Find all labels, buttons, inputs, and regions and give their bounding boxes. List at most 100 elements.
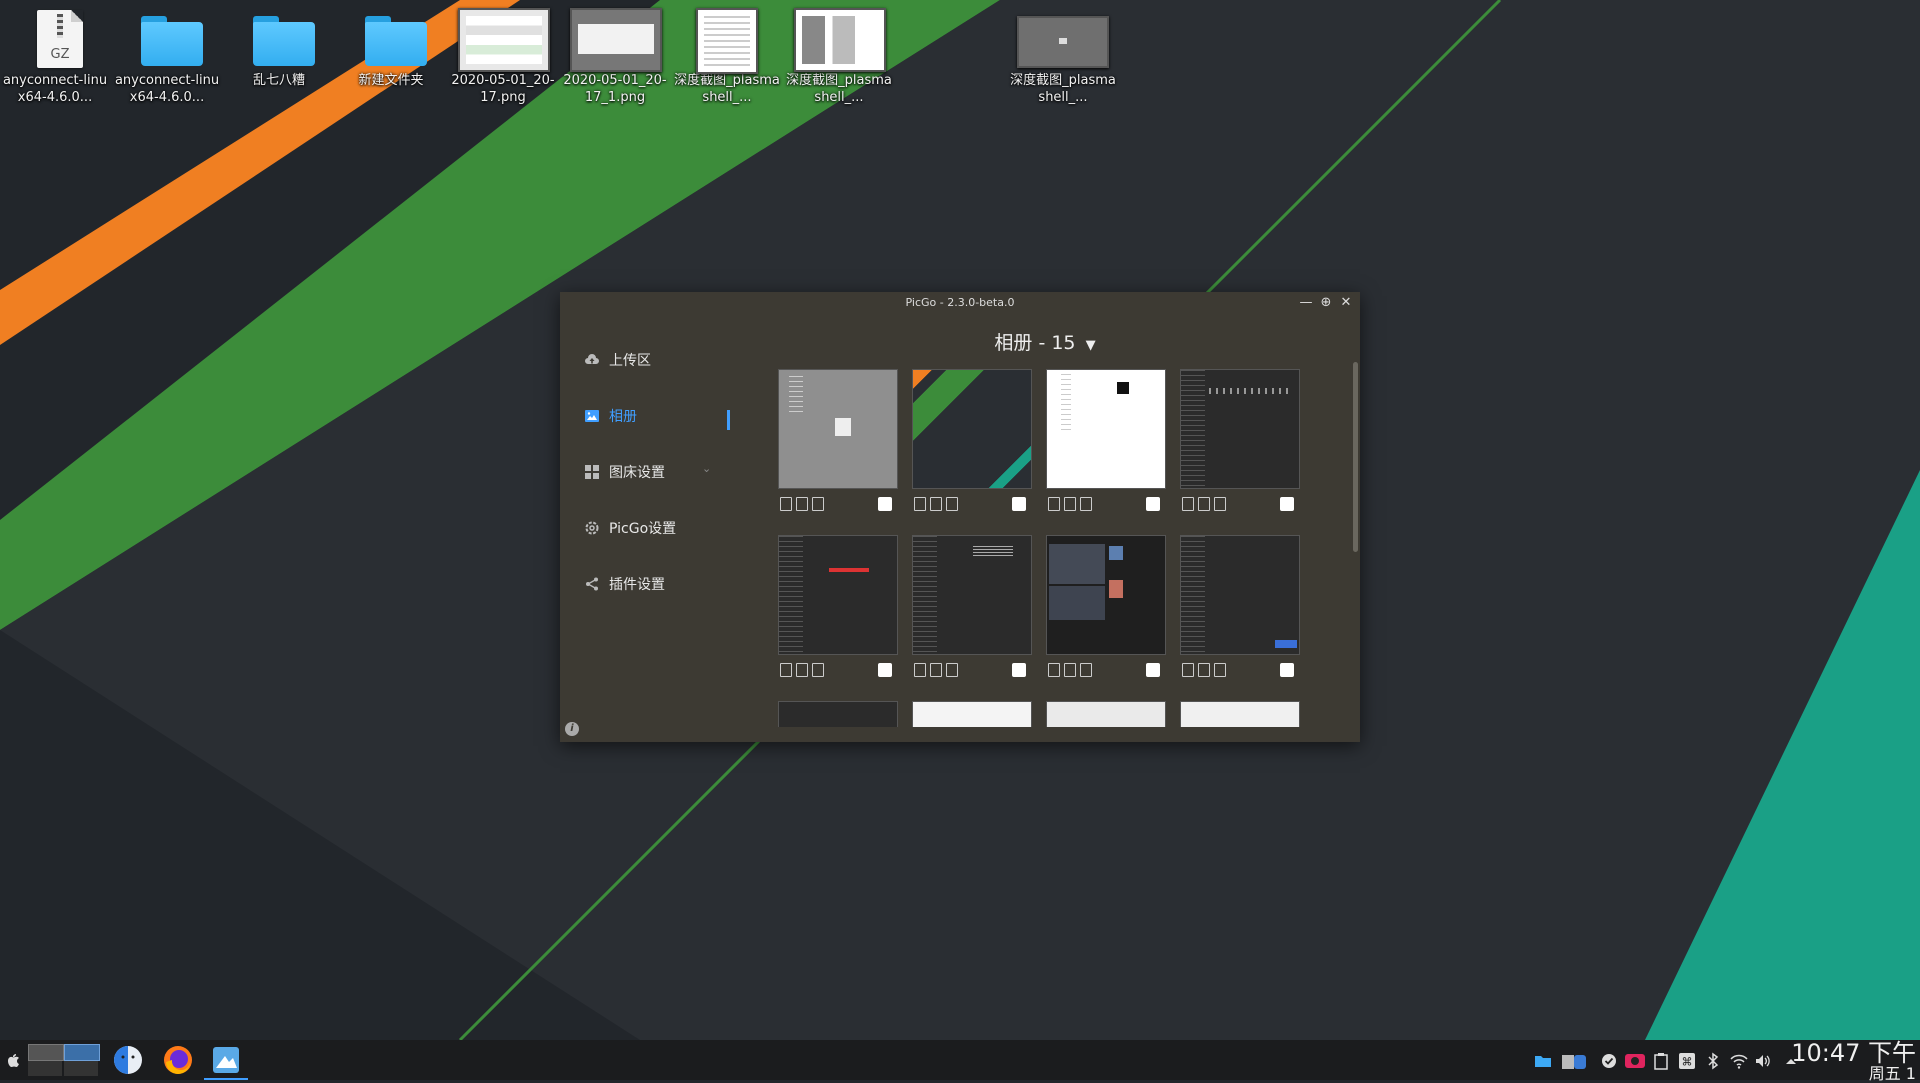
desktop-icon-image[interactable]: 2020-05-01_20-17_1.png: [560, 8, 670, 106]
desktop-icon-image[interactable]: 深度截图_plasmashell_...: [1008, 8, 1118, 106]
sidebar-item-label: 插件设置: [609, 577, 665, 593]
edit-icon[interactable]: [1064, 663, 1076, 677]
sidebar-item-picgo-settings[interactable]: PicGo设置: [584, 516, 676, 540]
copy-icon[interactable]: [1182, 497, 1194, 511]
firefox-icon[interactable]: [162, 1044, 194, 1076]
finder-icon[interactable]: [112, 1044, 144, 1076]
delete-icon[interactable]: [812, 663, 824, 677]
wifi-icon[interactable]: [1730, 1052, 1748, 1070]
select-checkbox[interactable]: [878, 497, 892, 511]
folder-icon[interactable]: [1534, 1052, 1552, 1070]
picgo-window: PicGo - 2.3.0-beta.0 — ⊕ ✕ 上传区 相册 图床设置 ⌄…: [560, 292, 1360, 742]
clipboard-icon[interactable]: [1652, 1052, 1670, 1070]
bluetooth-icon[interactable]: [1704, 1052, 1722, 1070]
svg-text:⌘: ⌘: [1682, 1056, 1693, 1069]
select-checkbox[interactable]: [1146, 497, 1160, 511]
info-icon[interactable]: i: [565, 722, 579, 736]
minimize-icon[interactable]: —: [1298, 295, 1314, 311]
workspace-4[interactable]: [64, 1061, 98, 1076]
launcher-icon[interactable]: [4, 1052, 22, 1070]
clock[interactable]: 10:47 下午 周五 1: [1791, 1040, 1916, 1082]
gallery-item: [1180, 369, 1300, 517]
select-checkbox[interactable]: [878, 663, 892, 677]
gallery-thumbnail[interactable]: [1180, 535, 1300, 655]
gallery-item: [912, 701, 1032, 727]
copy-icon[interactable]: [1182, 663, 1194, 677]
workspace-1[interactable]: [28, 1044, 64, 1061]
gallery-scrollbar[interactable]: [1353, 362, 1358, 552]
sidebar-item-image-host-settings[interactable]: 图床设置 ⌄: [584, 460, 714, 484]
gallery-thumbnail[interactable]: [912, 535, 1032, 655]
record-icon[interactable]: [1624, 1052, 1646, 1070]
workspace-pager[interactable]: [28, 1044, 100, 1076]
volume-icon[interactable]: [1754, 1052, 1772, 1070]
image-thumbnail-icon: [570, 8, 662, 72]
sidebar-item-upload[interactable]: 上传区: [584, 348, 651, 372]
gallery-thumbnail[interactable]: [912, 701, 1032, 727]
desktop-icon-folder[interactable]: 乱七八糟: [224, 8, 334, 89]
maximize-icon[interactable]: ⊕: [1318, 295, 1334, 311]
desktop-icon-archive[interactable]: GZ anyconnect-linux64-4.6.0...: [0, 8, 110, 106]
select-checkbox[interactable]: [1012, 663, 1026, 677]
edit-icon[interactable]: [1198, 663, 1210, 677]
gallery-thumbnail[interactable]: [778, 369, 898, 489]
folder-icon: [365, 22, 427, 66]
delete-icon[interactable]: [1214, 497, 1226, 511]
gallery-thumbnail[interactable]: [1046, 701, 1166, 727]
desktop-icon-image[interactable]: 深度截图_plasmashell_...: [784, 8, 894, 106]
share-icon: [584, 576, 600, 592]
select-checkbox[interactable]: [1012, 497, 1026, 511]
workspace-3[interactable]: [28, 1061, 62, 1076]
select-checkbox[interactable]: [1280, 663, 1294, 677]
chevron-down-icon[interactable]: ⌄: [702, 462, 711, 475]
gallery-thumbnail[interactable]: [1180, 369, 1300, 489]
copy-icon[interactable]: [914, 663, 926, 677]
copy-icon[interactable]: [1048, 497, 1060, 511]
gallery-thumbnail[interactable]: [778, 535, 898, 655]
copy-icon[interactable]: [780, 497, 792, 511]
edit-icon[interactable]: [930, 497, 942, 511]
select-checkbox[interactable]: [1146, 663, 1160, 677]
gallery-thumbnail[interactable]: [1046, 369, 1166, 489]
desktop-icon-folder[interactable]: anyconnect-linux64-4.6.0...: [112, 8, 222, 106]
delete-icon[interactable]: [1080, 663, 1092, 677]
copy-icon[interactable]: [1048, 663, 1060, 677]
close-icon[interactable]: ✕: [1338, 295, 1354, 311]
gallery-thumbnail[interactable]: [1046, 535, 1166, 655]
workspace-2[interactable]: [64, 1044, 100, 1061]
select-checkbox[interactable]: [1280, 497, 1294, 511]
delete-icon[interactable]: [946, 497, 958, 511]
edit-icon[interactable]: [1198, 497, 1210, 511]
gallery-thumbnail[interactable]: [1180, 701, 1300, 727]
desktop-icon-folder[interactable]: 新建文件夹: [336, 8, 446, 89]
desktop-icon-image[interactable]: 深度截图_plasmashell_...: [672, 8, 782, 106]
caret-down-icon[interactable]: ▼: [1086, 338, 1096, 353]
gallery-title[interactable]: 相册 - 15 ▼: [730, 328, 1360, 355]
copy-icon[interactable]: [914, 497, 926, 511]
delete-icon[interactable]: [812, 497, 824, 511]
image-thumbnail-icon: [794, 8, 886, 72]
trash-icon[interactable]: [1560, 1052, 1588, 1070]
command-icon[interactable]: ⌘: [1678, 1052, 1696, 1070]
copy-icon[interactable]: [780, 663, 792, 677]
delete-icon[interactable]: [946, 663, 958, 677]
delete-icon[interactable]: [1214, 663, 1226, 677]
check-icon[interactable]: [1600, 1052, 1618, 1070]
sidebar-item-gallery[interactable]: 相册: [584, 404, 637, 428]
picgo-icon[interactable]: [204, 1044, 248, 1080]
desktop-icon-label: 2020-05-01_20-17.png: [451, 73, 555, 105]
desktop-icon-image[interactable]: 2020-05-01_20-17.png: [448, 8, 558, 106]
desktop-icon-label: 深度截图_plasmashell_...: [786, 73, 892, 105]
taskbar: ⌘ 10:47 下午 周五 1: [0, 1040, 1920, 1082]
edit-icon[interactable]: [796, 663, 808, 677]
edit-icon[interactable]: [796, 497, 808, 511]
sidebar-item-label: 相册: [609, 409, 637, 425]
gallery-thumbnail[interactable]: [912, 369, 1032, 489]
edit-icon[interactable]: [930, 663, 942, 677]
gallery-thumbnail[interactable]: [778, 701, 898, 727]
title-bar[interactable]: PicGo - 2.3.0-beta.0 — ⊕ ✕: [560, 292, 1360, 314]
delete-icon[interactable]: [1080, 497, 1092, 511]
sidebar-item-plugin-settings[interactable]: 插件设置: [584, 572, 665, 596]
gallery-item: [1046, 701, 1166, 727]
edit-icon[interactable]: [1064, 497, 1076, 511]
